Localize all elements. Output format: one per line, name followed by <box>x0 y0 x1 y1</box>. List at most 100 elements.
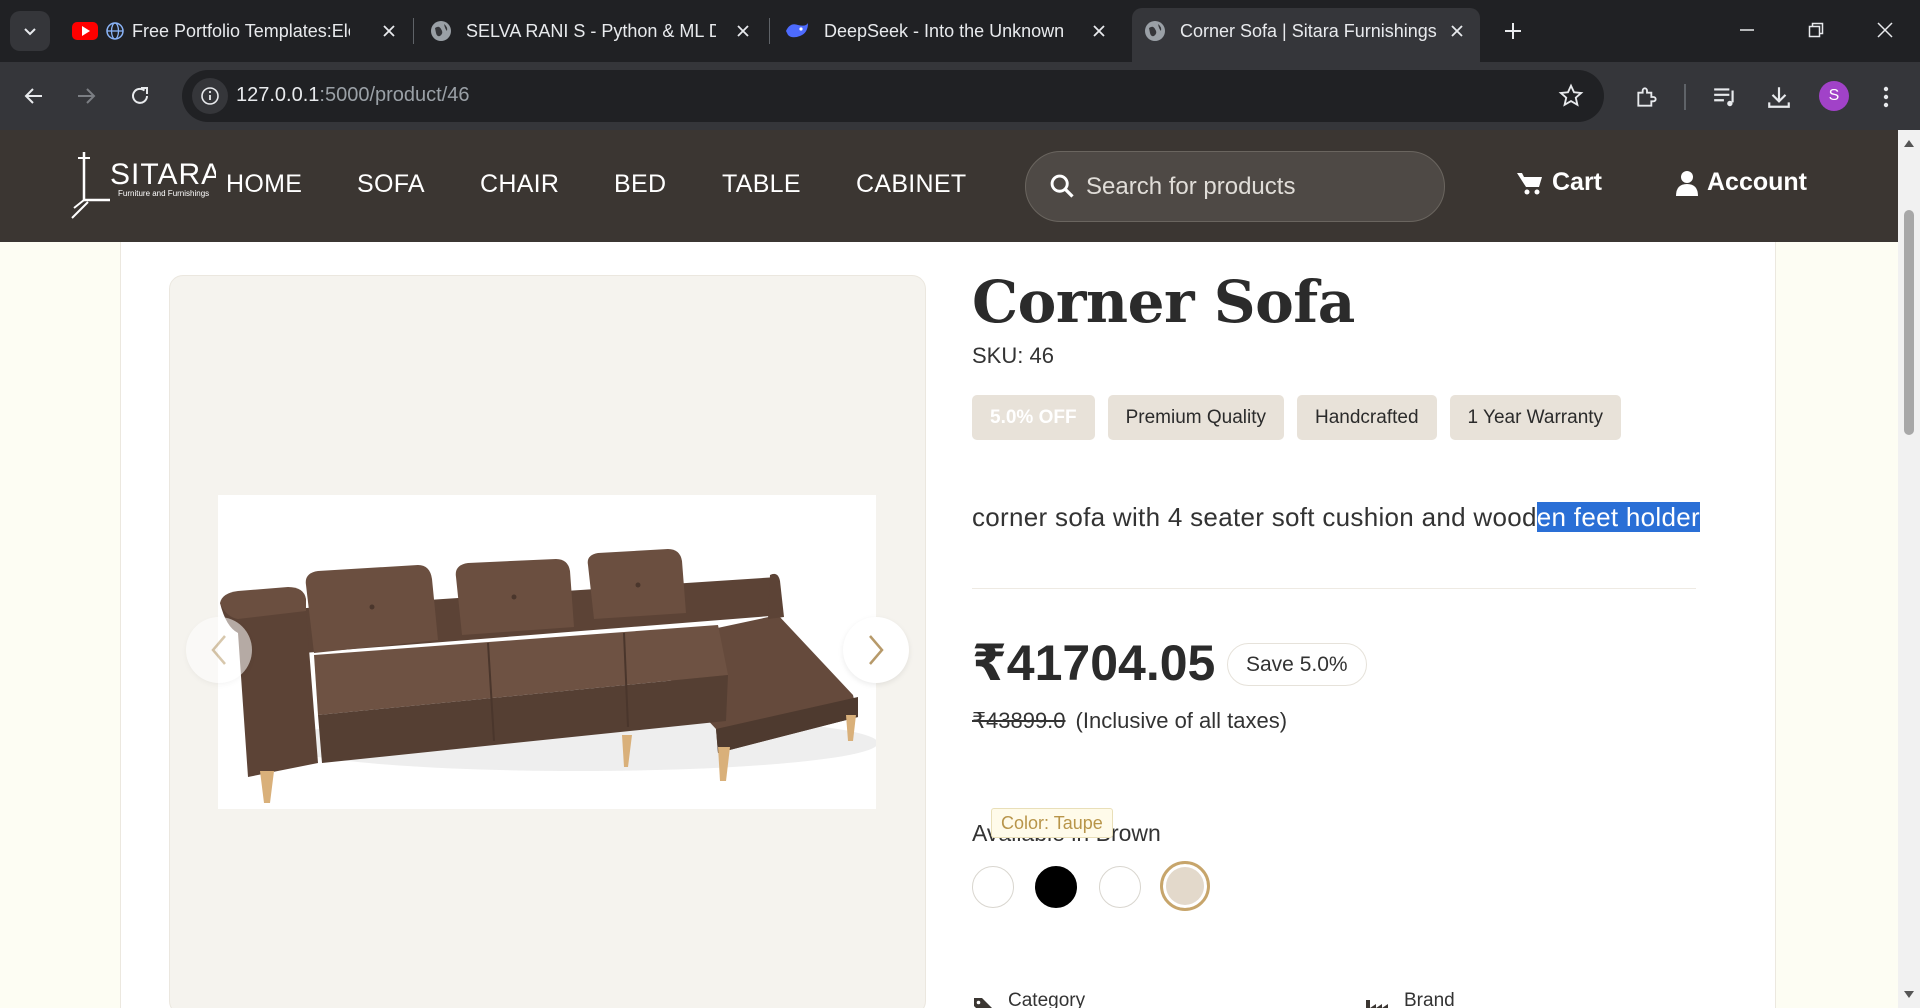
color-swatch-black[interactable] <box>1035 866 1077 908</box>
nav-chair[interactable]: CHAIR <box>480 170 559 199</box>
nav-bed[interactable]: BED <box>614 170 666 199</box>
arrow-right-icon <box>78 88 96 104</box>
arrow-left-icon <box>24 88 42 104</box>
scroll-up-icon[interactable] <box>1903 138 1915 148</box>
page-scrollbar[interactable] <box>1898 130 1920 1008</box>
browser-tab-1[interactable]: Free Portfolio Templates:Ele <box>64 8 412 54</box>
download-icon[interactable] <box>1764 82 1794 112</box>
chevron-left-icon <box>211 635 226 665</box>
brand-label: Brand <box>1404 990 1455 1008</box>
color-swatch-white[interactable] <box>972 866 1014 908</box>
tab-title: DeepSeek - Into the Unknown <box>824 20 1065 41</box>
logo-text: SITARA <box>110 158 216 191</box>
product-sku: SKU: 46 <box>972 343 1054 368</box>
description-selected-text: en feet holder <box>1536 502 1700 532</box>
close-icon[interactable] <box>1446 20 1468 42</box>
original-price: ₹43899.0 <box>972 708 1066 733</box>
discount-badge: 5.0% OFF <box>972 395 1095 440</box>
site-logo[interactable]: SITARA Furniture and Furnishings <box>70 148 221 224</box>
carousel-next-button[interactable] <box>843 617 909 683</box>
scroll-down-icon[interactable] <box>1903 990 1915 1000</box>
tag-icon <box>974 998 992 1008</box>
profile-avatar[interactable]: S <box>1819 81 1849 111</box>
globe-icon <box>106 22 124 40</box>
brand-meta: Brand <box>1364 990 1455 1008</box>
address-bar[interactable]: 127.0.0.1:5000/product/46 <box>182 70 1604 122</box>
account-link[interactable]: Account <box>1675 168 1807 197</box>
original-price-row: ₹43899.0 (Inclusive of all taxes) <box>972 708 1287 734</box>
extensions-icon[interactable] <box>1632 82 1662 112</box>
industry-icon <box>1366 1000 1388 1008</box>
carousel-prev-button[interactable] <box>186 617 252 683</box>
color-swatch-white-2[interactable] <box>1099 866 1141 908</box>
product-search <box>1025 151 1445 222</box>
cart-icon <box>1517 172 1542 194</box>
bookmark-star-icon[interactable] <box>1558 83 1584 114</box>
close-icon <box>1877 22 1893 38</box>
nav-cabinet[interactable]: CABINET <box>856 170 966 199</box>
new-tab-button[interactable] <box>1496 14 1530 48</box>
tax-note: (Inclusive of all taxes) <box>1075 708 1288 733</box>
cart-link[interactable]: Cart <box>1516 168 1602 197</box>
product-price: ₹41704.05 <box>972 635 1216 691</box>
product-gallery <box>169 275 926 1008</box>
search-icon[interactable] <box>1048 172 1076 205</box>
browser-tab-2[interactable]: SELVA RANI S - Python & ML D <box>424 8 766 54</box>
scroll-thumb[interactable] <box>1904 210 1914 435</box>
reload-button[interactable] <box>120 76 160 116</box>
back-button[interactable] <box>14 76 54 116</box>
warranty-badge: 1 Year Warranty <box>1449 395 1622 440</box>
divider <box>972 588 1696 589</box>
logo-mark: SITARA Furniture and Furnishings <box>71 152 221 219</box>
toolbar-divider <box>1684 84 1686 110</box>
color-tooltip: Color: Taupe <box>991 808 1113 838</box>
close-icon[interactable] <box>1088 20 1110 42</box>
description-text: corner sofa with 4 seater soft cushion a… <box>972 502 1537 532</box>
tab-search-button[interactable] <box>10 11 50 51</box>
category-label: Category <box>1008 990 1086 1008</box>
product-description: corner sofa with 4 seater soft cushion a… <box>972 502 1700 533</box>
handcrafted-badge: Handcrafted <box>1297 395 1437 440</box>
restore-icon <box>1808 22 1824 38</box>
reload-icon <box>132 87 148 104</box>
user-icon <box>1676 170 1698 196</box>
plus-icon <box>1505 23 1521 39</box>
tab-title: Free Portfolio Templates:Ele <box>132 20 350 41</box>
youtube-icon <box>72 22 98 40</box>
tab-divider <box>413 18 414 44</box>
url-text[interactable]: 127.0.0.1:5000/product/46 <box>236 84 470 107</box>
browser-tab-active[interactable]: Corner Sofa | Sitara Furnishings <box>1132 8 1480 62</box>
restore-button[interactable] <box>1792 10 1840 50</box>
nav-sofa[interactable]: SOFA <box>357 170 425 199</box>
nav-table[interactable]: TABLE <box>722 170 801 199</box>
tab-title: Corner Sofa | Sitara Furnishings <box>1180 20 1437 41</box>
globe-icon <box>1145 21 1165 41</box>
site-header: SITARA Furniture and Furnishings HOME SO… <box>0 130 1898 242</box>
more-menu-icon[interactable] <box>1871 82 1901 112</box>
save-badge: Save 5.0% <box>1227 643 1367 686</box>
minimize-button[interactable] <box>1723 10 1771 50</box>
browser-tab-3[interactable]: DeepSeek - Into the Unknown <box>780 8 1122 54</box>
tab-title: SELVA RANI S - Python & ML D <box>466 20 716 41</box>
color-swatch-taupe[interactable] <box>1160 861 1210 911</box>
info-icon <box>201 87 219 105</box>
product-image[interactable] <box>218 495 878 809</box>
quality-badge: Premium Quality <box>1107 395 1284 440</box>
cart-label: Cart <box>1552 168 1603 196</box>
forward-button[interactable] <box>66 76 106 116</box>
close-icon[interactable] <box>378 20 400 42</box>
chevron-down-icon <box>24 28 36 36</box>
minimize-icon <box>1740 29 1754 31</box>
close-window-button[interactable] <box>1861 10 1909 50</box>
nav-home[interactable]: HOME <box>226 170 302 199</box>
sofa-image <box>220 549 878 803</box>
product-title: Corner Sofa <box>972 268 1355 336</box>
close-icon[interactable] <box>732 20 754 42</box>
browser-toolbar: 127.0.0.1:5000/product/46 S <box>0 62 1920 130</box>
tab-divider <box>769 18 770 44</box>
search-input[interactable] <box>1086 168 1426 206</box>
url-path: :5000/product/46 <box>319 84 470 106</box>
site-info-button[interactable] <box>192 78 228 114</box>
media-controls-icon[interactable] <box>1710 82 1740 112</box>
product-badges: 5.0% OFF Premium Quality Handcrafted 1 Y… <box>972 395 1622 440</box>
